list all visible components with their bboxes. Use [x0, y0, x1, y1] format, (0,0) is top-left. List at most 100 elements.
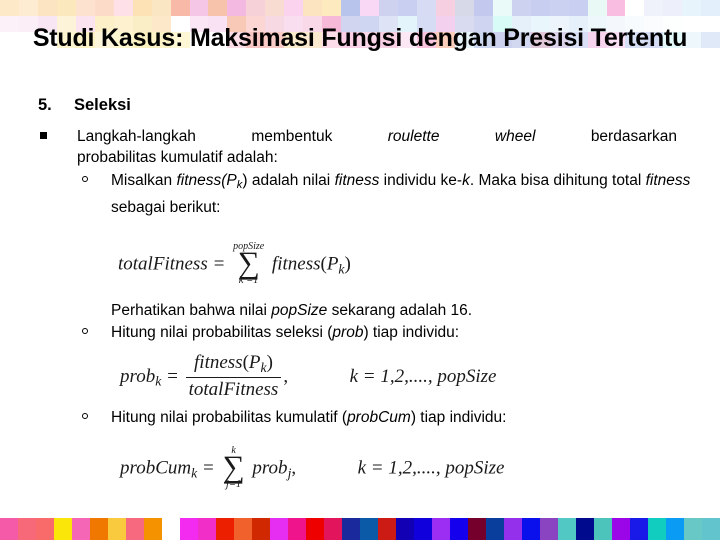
mosaic-cell: [322, 0, 342, 16]
mosaic-cell: [341, 0, 361, 16]
mosaic-cell: [492, 0, 512, 16]
mosaic-cell: [132, 0, 152, 16]
mosaic-cell: [625, 0, 645, 16]
mosaic-cell: [473, 0, 493, 16]
eq2-lhs-sub: k: [155, 373, 162, 389]
eq1-close-paren: ): [344, 253, 351, 275]
footer-color-cell: [90, 518, 108, 540]
eq2-fraction: fitness(Pk) totalFitness: [185, 352, 282, 401]
note-b: popSize: [271, 302, 328, 319]
footer-color-cell: [18, 518, 36, 540]
footer-color-cell: [216, 518, 234, 540]
footer-color-cell: [648, 518, 666, 540]
mosaic-cell: [549, 0, 569, 16]
footer-color-cell: [612, 518, 630, 540]
footer-color-cell: [702, 518, 720, 540]
footer-color-cell: [270, 518, 288, 540]
square-bullet-icon: [40, 132, 47, 139]
eq2-range: k = 1,2,...., popSize: [349, 365, 497, 387]
sub-bullet-3-text: Hitung nilai probabilitas kumulatif (pro…: [111, 407, 702, 429]
circle-bullet-icon: [82, 176, 88, 182]
bullet-square-item: Langkah-langkah membentuk roulette wheel…: [40, 126, 680, 168]
mosaic-cell: [113, 0, 133, 16]
eq2-lhs: prob: [120, 365, 156, 387]
footer-color-cell: [468, 518, 486, 540]
sb3-b: probCum: [347, 409, 411, 426]
numbered-heading: 5. Seleksi: [38, 95, 698, 116]
sub-bullet-item-2: Hitung nilai probabilitas seleksi (prob)…: [82, 322, 702, 344]
footer-color-cell: [144, 518, 162, 540]
mosaic-cell: [189, 0, 209, 16]
mosaic-cell: [663, 0, 683, 16]
sb1-f: k: [462, 172, 470, 189]
page-title: Studi Kasus: Maksimasi Fungsi dengan Pre…: [32, 24, 688, 52]
footer-color-cell: [450, 518, 468, 540]
footer-color-cell: [324, 518, 342, 540]
mosaic-cell: [682, 0, 702, 16]
mosaic-cell: [303, 0, 323, 16]
footer-color-cell: [522, 518, 540, 540]
circle-bullet-icon: [82, 413, 88, 419]
footer-color-cell: [396, 518, 414, 540]
eq2-equals: =: [166, 365, 179, 387]
footer-color-cell: [234, 518, 252, 540]
bullet-text-part-a: Langkah-langkah: [77, 128, 196, 145]
eq1-body: fitness: [271, 253, 321, 275]
footer-color-cell: [180, 518, 198, 540]
mosaic-cell: [18, 0, 38, 16]
eq2-num-close: ): [266, 352, 273, 373]
eq3-comma: ,: [291, 457, 297, 479]
mosaic-cell: [587, 0, 607, 16]
mosaic-cell: [151, 0, 171, 16]
mosaic-cell: [644, 0, 664, 16]
eq3-body: prob: [252, 457, 288, 479]
sb1-e: individu ke-: [379, 172, 463, 189]
footer-color-cell: [252, 518, 270, 540]
sb1-a: Misalkan: [111, 172, 177, 189]
mosaic-cell: [0, 0, 19, 16]
footer-color-cell: [162, 518, 180, 540]
note-a: Perhatikan bahwa nilai: [111, 302, 272, 319]
bullet-square-text: Langkah-langkah membentuk roulette wheel…: [77, 126, 677, 168]
bullet-text-part-c: roulette: [387, 128, 440, 145]
sb2-c: ) tiap individu:: [363, 324, 460, 341]
equation-total-fitness: totalFitness = popSize ∑ k =1 fitness(Pk…: [118, 242, 351, 287]
footer-color-cell: [540, 518, 558, 540]
footer-color-cell: [108, 518, 126, 540]
footer-color-cell: [486, 518, 504, 540]
footer-color-cell: [594, 518, 612, 540]
footer-color-cell: [0, 518, 18, 540]
footer-color-cell: [306, 518, 324, 540]
eq2-num: fitness: [194, 352, 243, 373]
mosaic-cell: [435, 0, 455, 16]
eq3-equals: =: [201, 457, 215, 479]
footer-color-cell: [72, 518, 90, 540]
eq1-equals: =: [212, 253, 226, 275]
sb1-g: . Maka bisa dihitung total: [469, 172, 646, 189]
mosaic-cell: [398, 0, 417, 16]
sb3-a: Hitung nilai probabilitas kumulatif (: [111, 409, 348, 426]
footer-color-cell: [504, 518, 522, 540]
sub-bullet-item-1: Misalkan fitness(P k) adalah nilai fitnes…: [82, 170, 702, 218]
mosaic-cell: [530, 0, 550, 16]
mosaic-cell: [246, 0, 266, 16]
footer-color-cell: [198, 518, 216, 540]
sb1-i: sebagai berikut:: [111, 198, 221, 216]
numbered-heading-label: Seleksi: [74, 96, 131, 114]
sub-bullet-item-3: Hitung nilai probabilitas kumulatif (pro…: [82, 407, 702, 429]
footer-color-cell: [576, 518, 594, 540]
bullet-line-2: probabilitas kumulatif adalah:: [77, 149, 278, 166]
sb2-b: prob: [332, 324, 364, 341]
equation-prob-cum: probCumk = k ∑ j=1 probj, k = 1,2,...., …: [120, 446, 505, 491]
eq1-lhs: totalFitness: [118, 253, 208, 275]
mosaic-cell: [379, 0, 399, 16]
footer-color-cell: [288, 518, 306, 540]
eq2-denominator: totalFitness: [188, 378, 279, 400]
sb1-c: ) adalah nilai: [242, 172, 335, 189]
bullet-text-part-e: berdasarkan: [590, 128, 677, 145]
sb3-c: ) tiap individu:: [410, 409, 507, 426]
sb1-d: fitness: [334, 172, 380, 189]
eq1-arg: P: [326, 253, 339, 275]
mosaic-cell: [227, 0, 247, 16]
eq2-num-arg: P: [248, 352, 261, 373]
